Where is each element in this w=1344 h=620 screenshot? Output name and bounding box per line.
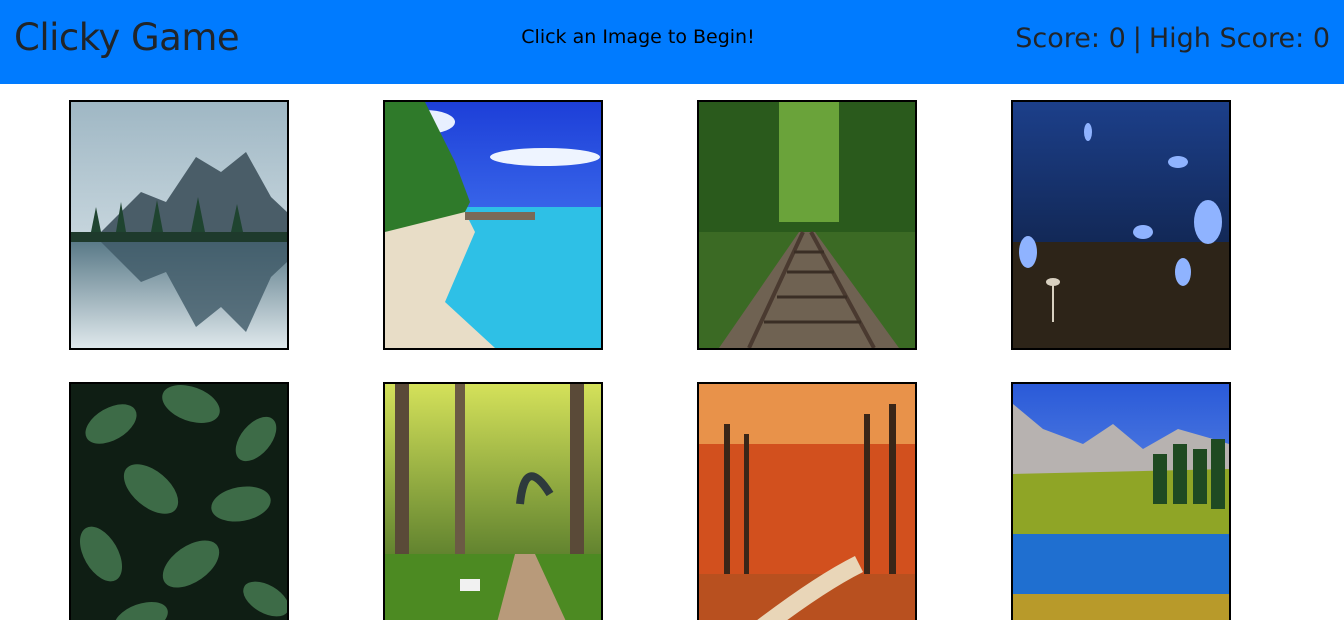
score-display: Score: 0 | High Score: 0: [1015, 20, 1330, 58]
high-score-value: 0: [1312, 23, 1330, 54]
score-separator: |: [1132, 23, 1142, 54]
navbar: Clicky Game Click an Image to Begin! Sco…: [0, 0, 1344, 84]
score-value: 0: [1108, 23, 1126, 54]
tropical-beach-image[interactable]: [383, 100, 603, 350]
score-label: Score:: [1015, 23, 1100, 54]
high-score-label: High Score:: [1148, 23, 1305, 54]
blue-butterflies-image[interactable]: [1011, 100, 1231, 350]
autumn-forest-image[interactable]: [697, 382, 917, 620]
forest-railway-image[interactable]: [697, 100, 917, 350]
park-path-image[interactable]: [383, 382, 603, 620]
alpine-lake-image[interactable]: [1011, 382, 1231, 620]
green-leaves-image[interactable]: [69, 382, 289, 620]
mountain-lake-image[interactable]: [69, 100, 289, 350]
